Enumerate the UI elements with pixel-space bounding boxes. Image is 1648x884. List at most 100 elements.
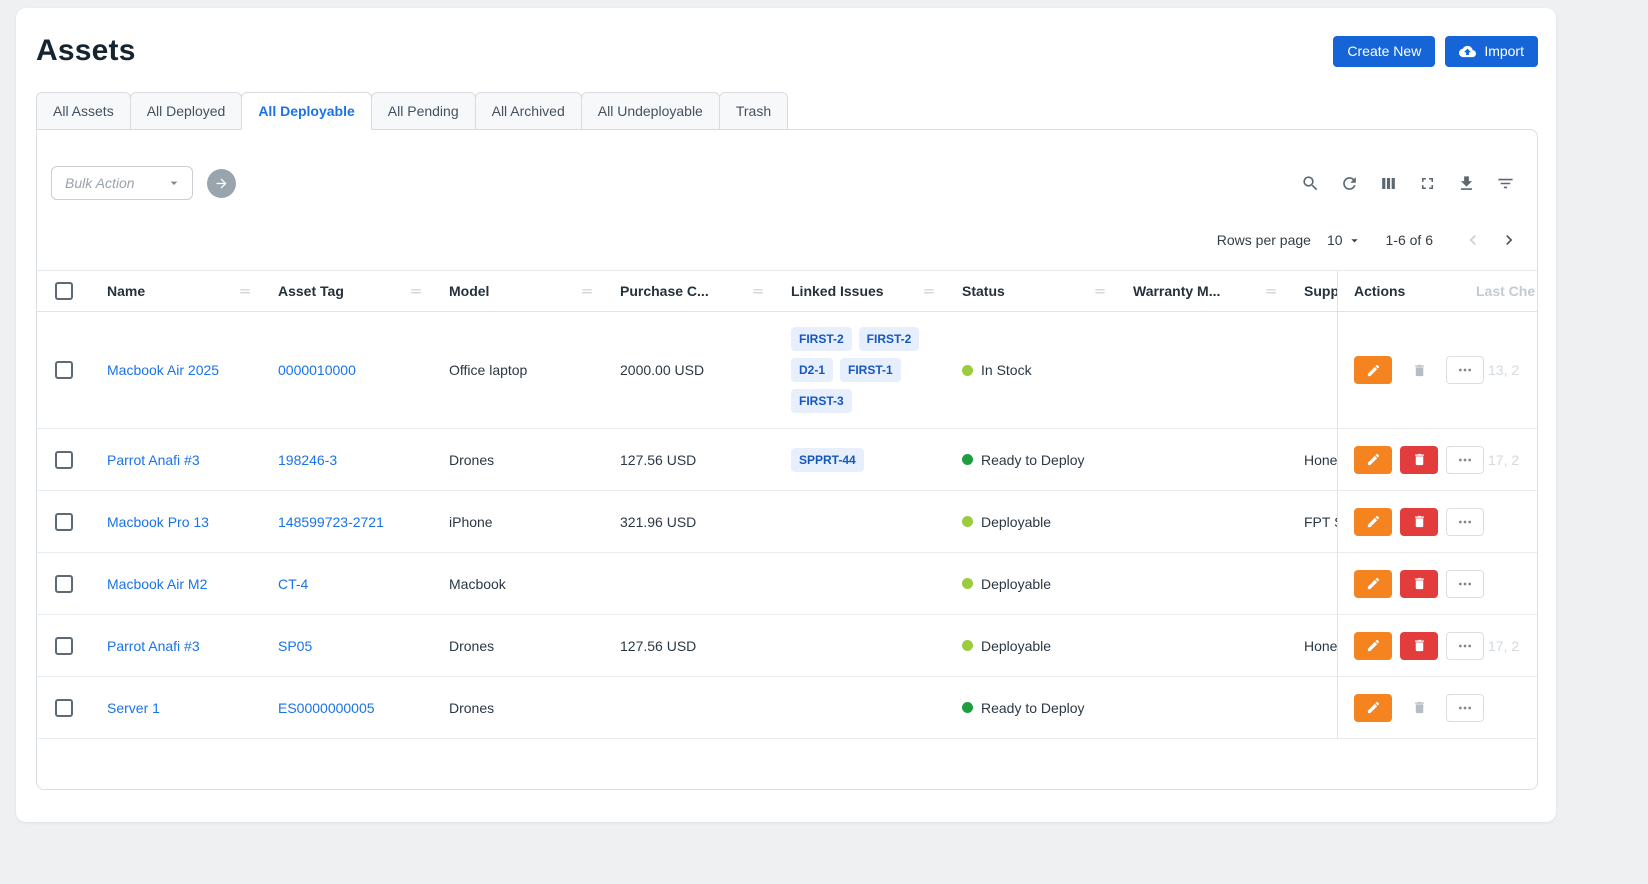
tab-all-undeployable[interactable]: All Undeployable: [581, 92, 720, 130]
status-label: In Stock: [981, 362, 1032, 378]
asset-name-link[interactable]: Macbook Air M2: [107, 576, 207, 592]
trash-icon: [1412, 452, 1427, 467]
table-header-row: NameAsset TagModelPurchase C...Linked Is…: [37, 270, 1537, 312]
column-header-model[interactable]: Model: [433, 271, 604, 311]
row-checkbox[interactable]: [55, 451, 73, 469]
tab-all-deployable[interactable]: All Deployable: [241, 92, 371, 130]
linked-issue-badge[interactable]: D2-1: [791, 358, 833, 382]
download-icon: [1457, 174, 1476, 193]
delete-button[interactable]: [1400, 570, 1438, 598]
more-dots-icon: [1457, 452, 1473, 468]
linked-issues-cell: [775, 677, 946, 738]
delete-button[interactable]: [1400, 694, 1438, 722]
linked-issue-badge[interactable]: FIRST-3: [791, 389, 852, 413]
tab-bar: All AssetsAll DeployedAll DeployableAll …: [36, 92, 1538, 130]
tab-all-archived[interactable]: All Archived: [475, 92, 582, 130]
columns-button[interactable]: [1379, 174, 1398, 193]
column-resize-handle[interactable]: [238, 284, 252, 298]
import-button[interactable]: Import: [1445, 36, 1538, 67]
row-checkbox[interactable]: [55, 699, 73, 717]
column-header-asset_tag[interactable]: Asset Tag: [262, 271, 433, 311]
edit-button[interactable]: [1354, 508, 1392, 536]
row-actions: 17, 2: [1338, 615, 1537, 677]
column-resize-handle[interactable]: [751, 284, 765, 298]
tab-all-assets[interactable]: All Assets: [36, 92, 131, 130]
name-cell: Parrot Anafi #3: [91, 615, 262, 676]
pencil-icon: [1366, 363, 1381, 378]
asset-tag-link[interactable]: ES0000000005: [278, 700, 375, 716]
bulk-action-select[interactable]: Bulk Action: [51, 166, 193, 200]
row-actions: [1338, 677, 1537, 739]
tab-trash[interactable]: Trash: [719, 92, 788, 130]
create-new-button[interactable]: Create New: [1333, 36, 1435, 67]
fullscreen-icon: [1418, 174, 1437, 193]
asset-tag-link[interactable]: SP05: [278, 638, 312, 654]
asset-tag-link[interactable]: 148599723-2721: [278, 514, 384, 530]
previous-page-button[interactable]: [1463, 230, 1483, 250]
fullscreen-button[interactable]: [1418, 174, 1437, 193]
row-checkbox[interactable]: [55, 575, 73, 593]
row-checkbox[interactable]: [55, 513, 73, 531]
asset-name-link[interactable]: Parrot Anafi #3: [107, 638, 200, 654]
column-resize-handle[interactable]: [580, 284, 594, 298]
linked-issue-badge[interactable]: FIRST-2: [859, 327, 920, 351]
edit-button[interactable]: [1354, 570, 1392, 598]
more-actions-button[interactable]: [1446, 356, 1484, 384]
model-cell: iPhone: [433, 491, 604, 552]
column-header-purchase_cost[interactable]: Purchase C...: [604, 271, 775, 311]
edit-button[interactable]: [1354, 694, 1392, 722]
column-resize-handle[interactable]: [922, 284, 936, 298]
status-cell: Deployable: [946, 553, 1117, 614]
column-resize-handle[interactable]: [1093, 284, 1107, 298]
download-button[interactable]: [1457, 174, 1476, 193]
asset-tag-link[interactable]: 198246-3: [278, 452, 337, 468]
asset-tag-link[interactable]: 0000010000: [278, 362, 356, 378]
column-resize-handle[interactable]: [1264, 284, 1278, 298]
more-actions-button[interactable]: [1446, 570, 1484, 598]
table-tools: [1301, 174, 1523, 193]
status-label: Deployable: [981, 576, 1051, 592]
asset-tag-cell: 0000010000: [262, 312, 433, 428]
rows-per-page-select[interactable]: 10: [1327, 232, 1362, 248]
delete-button[interactable]: [1400, 508, 1438, 536]
bulk-action-go-button[interactable]: [207, 169, 236, 198]
select-all-checkbox[interactable]: [55, 282, 73, 300]
refresh-button[interactable]: [1340, 174, 1359, 193]
delete-button[interactable]: [1400, 632, 1438, 660]
more-actions-button[interactable]: [1446, 694, 1484, 722]
pencil-icon: [1366, 576, 1381, 591]
column-header-warranty[interactable]: Warranty M...: [1117, 271, 1288, 311]
next-page-button[interactable]: [1499, 230, 1519, 250]
asset-tag-link[interactable]: CT-4: [278, 576, 308, 592]
asset-name-link[interactable]: Server 1: [107, 700, 160, 716]
more-actions-button[interactable]: [1446, 446, 1484, 474]
asset-name-link[interactable]: Macbook Pro 13: [107, 514, 209, 530]
asset-name-link[interactable]: Parrot Anafi #3: [107, 452, 200, 468]
column-header-name[interactable]: Name: [91, 271, 262, 311]
linked-issues-cell: [775, 553, 946, 614]
edit-button[interactable]: [1354, 356, 1392, 384]
column-resize-handle[interactable]: [409, 284, 423, 298]
delete-button[interactable]: [1400, 446, 1438, 474]
cloud-upload-icon: [1459, 43, 1476, 60]
tab-all-deployed[interactable]: All Deployed: [130, 92, 243, 130]
row-checkbox[interactable]: [55, 637, 73, 655]
filter-button[interactable]: [1496, 174, 1515, 193]
column-header-status[interactable]: Status: [946, 271, 1117, 311]
more-actions-button[interactable]: [1446, 508, 1484, 536]
asset-name-link[interactable]: Macbook Air 2025: [107, 362, 219, 378]
linked-issue-badge[interactable]: FIRST-2: [791, 327, 852, 351]
more-actions-button[interactable]: [1446, 632, 1484, 660]
linked-issue-badge[interactable]: FIRST-1: [840, 358, 901, 382]
linked-issue-badge[interactable]: SPPRT-44: [791, 448, 864, 472]
tab-all-pending[interactable]: All Pending: [371, 92, 476, 130]
search-button[interactable]: [1301, 174, 1320, 193]
status-label: Deployable: [981, 638, 1051, 654]
delete-button[interactable]: [1400, 356, 1438, 384]
edit-button[interactable]: [1354, 632, 1392, 660]
edit-button[interactable]: [1354, 446, 1392, 474]
row-checkbox[interactable]: [55, 361, 73, 379]
asset-tag-cell: SP05: [262, 615, 433, 676]
column-header-linked_issues[interactable]: Linked Issues: [775, 271, 946, 311]
hidden-date-fragment: 17, 2: [1488, 452, 1519, 468]
